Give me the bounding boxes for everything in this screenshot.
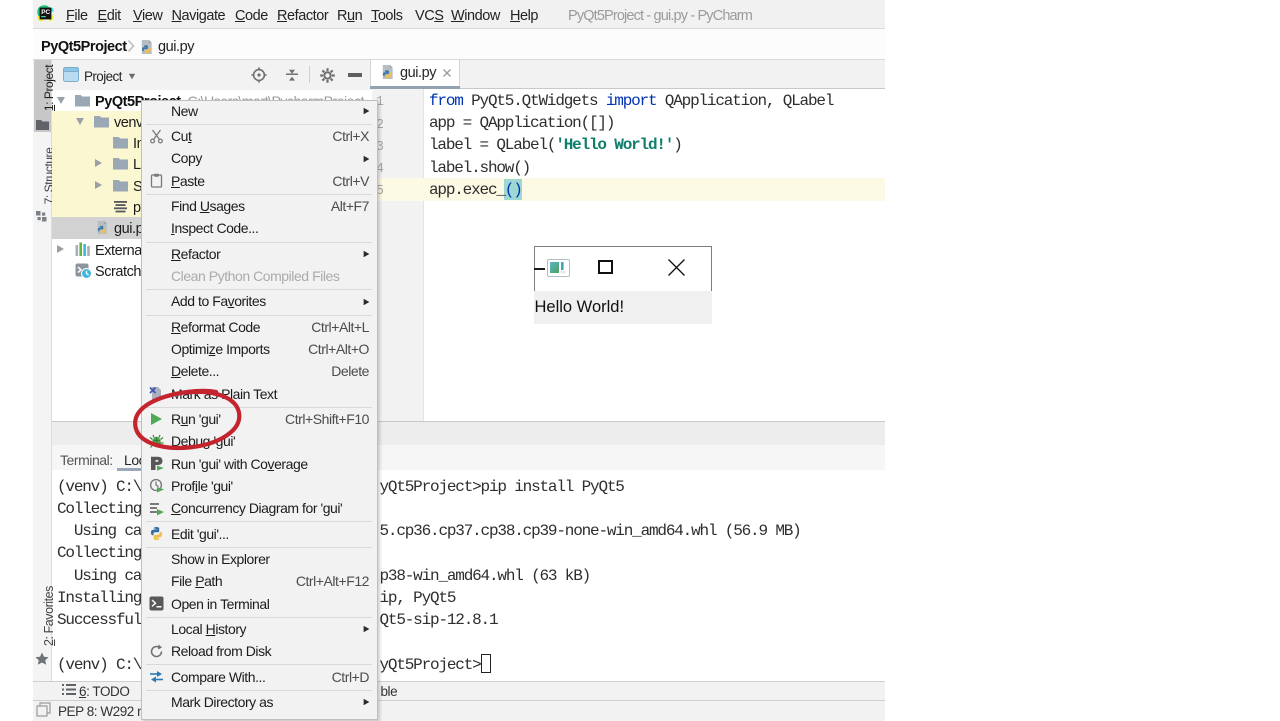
- svg-text:PC: PC: [41, 9, 50, 16]
